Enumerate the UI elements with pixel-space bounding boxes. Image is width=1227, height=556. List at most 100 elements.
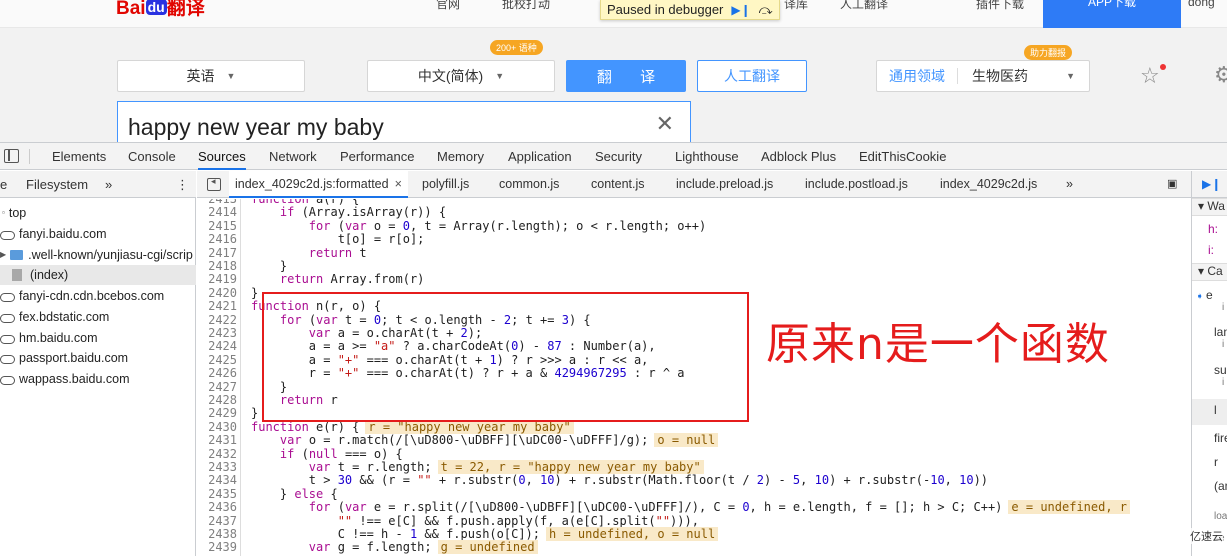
tree-item-domain[interactable]: fanyi.baidu.com — [0, 224, 107, 244]
line-number[interactable]: 2420 — [197, 286, 237, 300]
tab-memory[interactable]: Memory — [437, 143, 484, 170]
tab-editthiscookie[interactable]: EditThisCookie — [859, 143, 946, 170]
line-number[interactable]: 2426 — [197, 366, 237, 380]
file-tab[interactable]: include.preload.js — [676, 171, 773, 198]
callstack-frame[interactable]: (an — [1192, 475, 1227, 499]
navigator-tab-filesystem[interactable]: Filesystem — [26, 177, 88, 192]
line-number[interactable]: 2421 — [197, 299, 237, 313]
line-number[interactable]: 2417 — [197, 246, 237, 260]
line-number[interactable]: 2427 — [197, 380, 237, 394]
watch-var-i: i: — [1208, 243, 1214, 257]
domain-select[interactable]: 通用领域 生物医药 ▼ — [876, 60, 1090, 92]
tab-application[interactable]: Application — [508, 143, 572, 170]
line-number[interactable]: 2424 — [197, 339, 237, 353]
file-tab-active[interactable]: index_4029c2d.js:formatted × — [229, 171, 408, 198]
human-translate-button[interactable]: 人工翻译 — [697, 60, 807, 92]
navigator-tab-page[interactable]: e — [0, 177, 7, 192]
callstack-frame[interactable]: lan — [1192, 325, 1227, 339]
callstack-frame[interactable]: su — [1192, 363, 1227, 377]
line-number[interactable]: 2422 — [197, 313, 237, 327]
tree-item-label: (index) — [30, 268, 69, 282]
dock-side-icon[interactable] — [4, 149, 19, 163]
watch-section[interactable]: ▾ Wa — [1192, 198, 1227, 216]
tab-security[interactable]: Security — [595, 143, 642, 170]
line-number[interactable]: 2419 — [197, 272, 237, 286]
tree-item-domain[interactable]: passport.baidu.com — [0, 348, 128, 368]
file-tab[interactable]: polyfill.js — [422, 171, 469, 198]
domain-value: 生物医药 — [972, 68, 1028, 84]
tree-item-domain[interactable]: hm.baidu.com — [0, 328, 98, 348]
line-number[interactable]: 2414 — [197, 205, 237, 219]
more-tabs-icon[interactable]: » — [105, 177, 112, 192]
line-number[interactable]: 2432 — [197, 447, 237, 461]
translate-button[interactable]: 翻 译 — [566, 60, 686, 92]
line-number[interactable]: 2416 — [197, 232, 237, 246]
tab-adblock-plus[interactable]: Adblock Plus — [761, 143, 836, 170]
callstack-frame[interactable]: fire — [1192, 427, 1227, 451]
toggle-navigator-icon[interactable] — [207, 176, 221, 191]
source-text-box[interactable]: happy new year my baby ✕ — [117, 101, 691, 142]
baidu-logo[interactable]: Bai du 翻译 — [116, 0, 205, 20]
nav-link-official[interactable]: 官网 — [436, 0, 460, 12]
line-number[interactable]: 2437 — [197, 514, 237, 528]
callstack-frame[interactable]: loa — [1192, 511, 1227, 522]
tree-item-top[interactable]: ▫ top — [2, 203, 26, 223]
line-number[interactable]: 2418 — [197, 259, 237, 273]
favorite-star-icon[interactable]: ☆ — [1140, 63, 1166, 89]
line-number[interactable]: 2434 — [197, 473, 237, 487]
line-number[interactable]: 2415 — [197, 219, 237, 233]
line-number[interactable]: 2433 — [197, 460, 237, 474]
close-icon[interactable]: ✕ — [656, 111, 674, 137]
tab-network[interactable]: Network — [269, 143, 317, 170]
settings-gear-icon[interactable]: ⚙ — [1214, 62, 1227, 88]
step-over-icon[interactable]: ⤼ — [759, 2, 773, 18]
tree-item-domain[interactable]: wappass.baidu.com — [0, 369, 129, 389]
nav-link-plugin[interactable]: 插件下载 — [976, 0, 1024, 12]
callstack-section[interactable]: ▾ Ca — [1192, 263, 1227, 281]
nav-link-human[interactable]: 人工翻译 — [840, 0, 888, 12]
nav-link-3[interactable]: 译库 — [784, 0, 808, 12]
line-number[interactable]: 2423 — [197, 326, 237, 340]
tree-item-index[interactable]: (index) — [0, 265, 196, 285]
tree-item-domain[interactable]: fex.bdstatic.com — [0, 307, 109, 327]
line-number[interactable]: 2425 — [197, 353, 237, 367]
line-number[interactable]: 2439 — [197, 540, 237, 554]
nav-link-2[interactable]: 批校打动 — [502, 0, 550, 12]
app-download-button[interactable]: APP下载 — [1043, 0, 1181, 28]
source-language-select[interactable]: 英语 ▼ — [117, 60, 305, 92]
tree-item-domain[interactable]: fanyi-cdn.cdn.bcebos.com — [0, 286, 164, 306]
user-name[interactable]: dong — [1188, 0, 1215, 9]
toggle-debugger-icon[interactable]: ▣ — [1167, 171, 1177, 198]
file-tab[interactable]: content.js — [591, 171, 645, 198]
line-number[interactable]: 2438 — [197, 527, 237, 541]
callstack-frame-file: i — [1222, 339, 1225, 350]
callstack-frame[interactable]: l — [1192, 399, 1227, 425]
expand-arrow-icon: ▶ — [0, 250, 7, 259]
more-tabs-icon[interactable]: » — [1066, 171, 1073, 198]
target-language-select[interactable]: 中文(简体) ▼ — [367, 60, 555, 92]
cloud-icon — [0, 313, 15, 323]
file-tab[interactable]: include.postload.js — [805, 171, 908, 198]
more-options-icon[interactable]: ⋮ — [176, 177, 189, 193]
close-icon[interactable]: × — [395, 177, 402, 191]
line-number[interactable]: 2436 — [197, 500, 237, 514]
tree-item-folder[interactable]: ▶ .well-known/yunjiasu-cgi/scrip — [0, 245, 193, 265]
callstack-frame-current[interactable]: ➧ e — [1192, 288, 1227, 302]
tab-lighthouse[interactable]: Lighthouse — [675, 143, 739, 170]
tab-performance[interactable]: Performance — [340, 143, 414, 170]
code-line: } — [251, 406, 259, 421]
code-line: for (var e = r.split(/[\uD800-\uDBFF][\u… — [251, 500, 1131, 515]
tab-sources[interactable]: Sources — [198, 143, 246, 170]
line-number[interactable]: 2435 — [197, 487, 237, 501]
tab-console[interactable]: Console — [128, 143, 176, 170]
line-number[interactable]: 2431 — [197, 433, 237, 447]
line-number[interactable]: 2428 — [197, 393, 237, 407]
callstack-frame[interactable]: r — [1192, 451, 1227, 475]
line-number[interactable]: 2429 — [197, 406, 237, 420]
file-tab[interactable]: common.js — [499, 171, 559, 198]
line-number[interactable]: 2430 — [197, 420, 237, 434]
tab-elements[interactable]: Elements — [52, 143, 106, 170]
resume-icon[interactable]: ▶❙ — [731, 3, 750, 17]
resume-icon[interactable]: ▶❙ — [1202, 177, 1221, 191]
file-tab[interactable]: index_4029c2d.js — [940, 171, 1037, 198]
